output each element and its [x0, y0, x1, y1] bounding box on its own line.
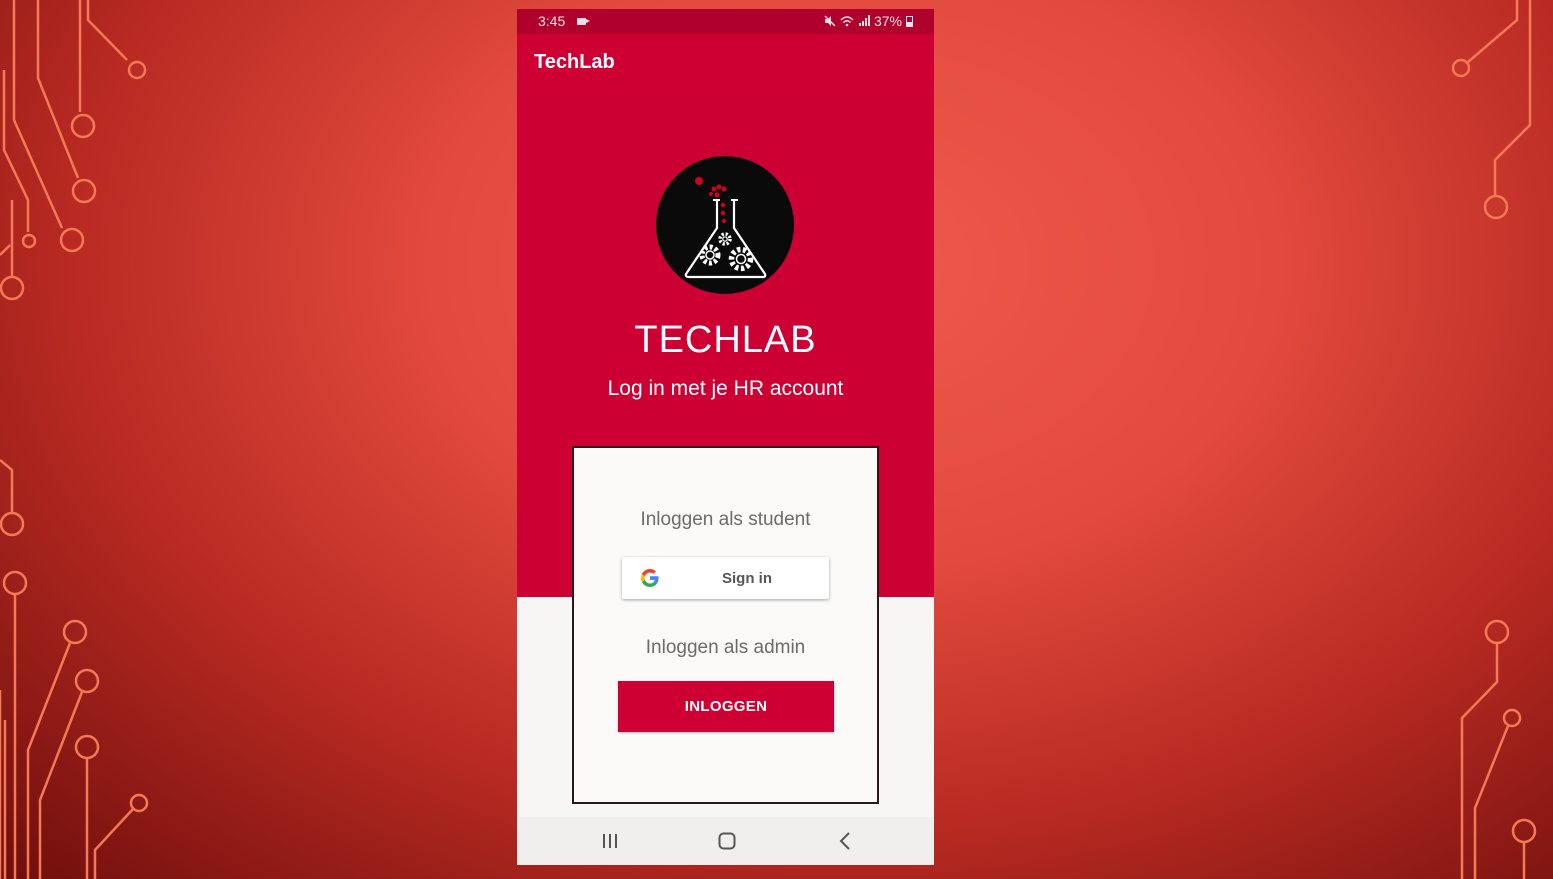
battery-icon: [906, 15, 913, 27]
flask-gears-icon: [656, 156, 794, 294]
home-icon[interactable]: [707, 829, 747, 853]
recents-icon[interactable]: [590, 829, 630, 853]
status-bar: 3:45 37%: [517, 9, 934, 34]
brand-title: TECHLAB: [634, 319, 817, 361]
google-sign-in-label: Sign in: [722, 570, 772, 587]
video-camera-icon: [577, 18, 590, 25]
battery-percentage: 37%: [873, 13, 902, 29]
google-sign-in-button[interactable]: Sign in: [622, 557, 829, 599]
admin-login-label: Inloggen als admin: [645, 637, 806, 658]
login-card: Inloggen als student Sign in Inloggen al…: [572, 446, 879, 804]
phone-screen: 3:45 37% TechLab TECHLAB Log in met je H…: [517, 9, 934, 865]
login-subtitle: Log in met je HR account: [607, 377, 844, 400]
app-title: TechLab: [534, 51, 615, 73]
mute-icon: [824, 15, 836, 27]
status-indicators: 37%: [824, 13, 913, 29]
admin-login-button[interactable]: INLOGGEN: [618, 681, 834, 732]
back-icon[interactable]: [824, 829, 864, 853]
status-time: 3:45: [538, 13, 566, 29]
app-bar: TechLab: [517, 34, 934, 92]
system-nav-bar: [517, 817, 934, 865]
student-login-label: Inloggen als student: [640, 509, 811, 530]
google-icon: [641, 569, 659, 587]
signal-icon: [858, 15, 870, 26]
wifi-icon: [840, 16, 854, 27]
